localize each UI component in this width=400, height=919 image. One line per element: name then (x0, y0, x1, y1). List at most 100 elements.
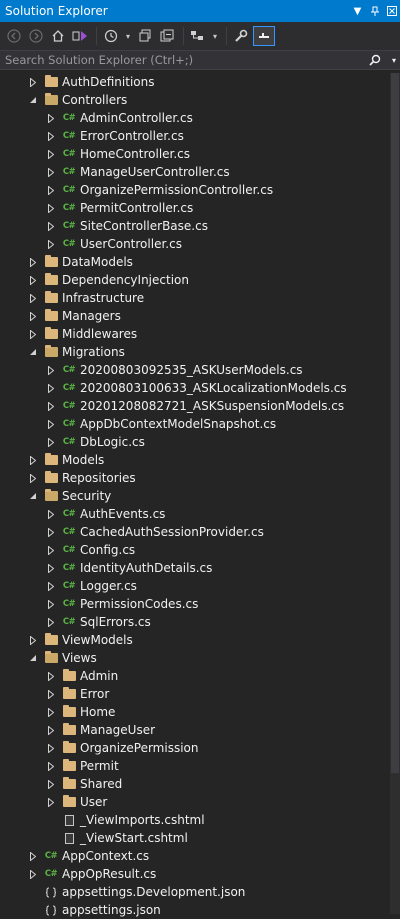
tree-row[interactable]: C# AppOpResult.cs (0, 865, 400, 883)
expand-arrow-icon[interactable] (44, 235, 58, 253)
expand-arrow-icon[interactable] (44, 505, 58, 523)
expand-arrow-icon[interactable] (44, 613, 58, 631)
tree-row[interactable]: C# 20200803100633_ASKLocalizationModels.c… (0, 379, 400, 397)
tree-row[interactable]: C# Logger.cs (0, 577, 400, 595)
tree-row[interactable]: Security (0, 487, 400, 505)
expand-arrow-icon[interactable] (44, 667, 58, 685)
expand-arrow-icon[interactable] (26, 847, 40, 865)
tree-row[interactable]: C# UserController.cs (0, 235, 400, 253)
tree-row[interactable]: Shared (0, 775, 400, 793)
tree-row[interactable]: DataModels (0, 253, 400, 271)
close-icon[interactable] (383, 0, 400, 22)
tree-row[interactable]: Permit (0, 757, 400, 775)
tree-row[interactable]: C# Config.cs (0, 541, 400, 559)
pin-icon[interactable] (366, 0, 383, 22)
expand-arrow-icon[interactable] (44, 181, 58, 199)
expand-arrow-icon[interactable] (44, 721, 58, 739)
tree-row[interactable]: Models (0, 451, 400, 469)
expand-arrow-icon[interactable] (26, 865, 40, 883)
collapse-arrow-icon[interactable] (26, 91, 40, 109)
tree-row[interactable]: C# CachedAuthSessionProvider.cs (0, 523, 400, 541)
expand-arrow-icon[interactable] (26, 73, 40, 91)
collapse-arrow-icon[interactable] (26, 649, 40, 667)
tree-row[interactable]: Admin (0, 667, 400, 685)
preview-selected-items-icon[interactable] (253, 26, 275, 46)
tree-row[interactable]: Home (0, 703, 400, 721)
tree-row[interactable]: C# PermitController.cs (0, 199, 400, 217)
expand-arrow-icon[interactable] (44, 433, 58, 451)
tree-row[interactable]: C# HomeController.cs (0, 145, 400, 163)
scrollbar-thumb[interactable] (391, 73, 399, 773)
back-icon[interactable] (4, 26, 24, 46)
home-icon[interactable] (48, 26, 68, 46)
expand-arrow-icon[interactable] (26, 451, 40, 469)
tree-row[interactable]: C# 20200803092535_ASKUserModels.cs (0, 361, 400, 379)
collapse-arrow-icon[interactable] (26, 343, 40, 361)
expand-arrow-icon[interactable] (44, 793, 58, 811)
expand-arrow-icon[interactable] (44, 379, 58, 397)
tree-row[interactable]: User (0, 793, 400, 811)
tree-row[interactable]: OrganizePermission (0, 739, 400, 757)
properties-wrench-icon[interactable] (231, 26, 251, 46)
expand-arrow-icon[interactable] (44, 757, 58, 775)
expand-arrow-icon[interactable] (44, 127, 58, 145)
expand-arrow-icon[interactable] (26, 469, 40, 487)
expand-arrow-icon[interactable] (44, 595, 58, 613)
tree-row[interactable]: C# DbLogic.cs (0, 433, 400, 451)
expand-arrow-icon[interactable] (26, 307, 40, 325)
tree-row[interactable]: _ViewStart.cshtml (0, 829, 400, 847)
tree-row[interactable]: C# 20201208082721_ASKSuspensionModels.cs (0, 397, 400, 415)
expand-arrow-icon[interactable] (44, 541, 58, 559)
expand-arrow-icon[interactable] (44, 703, 58, 721)
expand-arrow-icon[interactable] (44, 577, 58, 595)
expand-arrow-icon[interactable] (44, 415, 58, 433)
tree-row[interactable]: _ViewImports.cshtml (0, 811, 400, 829)
tree-row[interactable]: appsettings.Development.json (0, 883, 400, 901)
tree-row[interactable]: C# OrganizePermissionController.cs (0, 181, 400, 199)
tree-row[interactable]: Migrations (0, 343, 400, 361)
tree-row[interactable]: appsettings.json (0, 901, 400, 919)
tree-row[interactable]: Views (0, 649, 400, 667)
tree-row[interactable]: C# AuthEvents.cs (0, 505, 400, 523)
show-all-files-icon[interactable] (188, 26, 208, 46)
expand-arrow-icon[interactable] (44, 523, 58, 541)
search-input[interactable] (0, 52, 362, 68)
dropdown-arrow-icon[interactable]: ▾ (210, 26, 220, 46)
dropdown-arrow-icon[interactable]: ▾ (123, 26, 133, 46)
expand-arrow-icon[interactable] (44, 217, 58, 235)
expand-arrow-icon[interactable] (44, 145, 58, 163)
tree-row[interactable]: C# SqlErrors.cs (0, 613, 400, 631)
expand-arrow-icon[interactable] (44, 397, 58, 415)
tree-row[interactable]: C# AdminController.cs (0, 109, 400, 127)
tree-row[interactable]: C# ManageUserController.cs (0, 163, 400, 181)
collapse-all-icon[interactable] (157, 26, 177, 46)
expand-arrow-icon[interactable] (44, 361, 58, 379)
expand-arrow-icon[interactable] (44, 109, 58, 127)
switch-views-icon[interactable] (70, 26, 90, 46)
search-icon[interactable] (362, 54, 388, 66)
pending-changes-filter-icon[interactable] (101, 26, 121, 46)
tree-row[interactable]: ViewModels (0, 631, 400, 649)
tree-row[interactable]: C# IdentityAuthDetails.cs (0, 559, 400, 577)
tree-row[interactable]: Managers (0, 307, 400, 325)
expand-arrow-icon[interactable] (44, 559, 58, 577)
expand-arrow-icon[interactable] (26, 325, 40, 343)
forward-icon[interactable] (26, 26, 46, 46)
tree-row[interactable]: Repositories (0, 469, 400, 487)
tree-row[interactable]: C# ErrorController.cs (0, 127, 400, 145)
expand-arrow-icon[interactable] (44, 685, 58, 703)
tree-row[interactable]: C# SiteControllerBase.cs (0, 217, 400, 235)
tree-row[interactable]: AuthDefinitions (0, 73, 400, 91)
tree-row[interactable]: Controllers (0, 91, 400, 109)
expand-arrow-icon[interactable] (44, 775, 58, 793)
tree-row[interactable]: C# PermissionCodes.cs (0, 595, 400, 613)
tree-row[interactable]: Error (0, 685, 400, 703)
window-position-dropdown-icon[interactable]: ▼ (349, 0, 366, 22)
search-options-dropdown-icon[interactable]: ▾ (388, 56, 400, 65)
expand-arrow-icon[interactable] (44, 199, 58, 217)
tree-row[interactable]: ManageUser (0, 721, 400, 739)
expand-arrow-icon[interactable] (26, 271, 40, 289)
expand-arrow-icon[interactable] (44, 739, 58, 757)
collapse-arrow-icon[interactable] (26, 487, 40, 505)
sync-with-active-document-icon[interactable] (135, 26, 155, 46)
